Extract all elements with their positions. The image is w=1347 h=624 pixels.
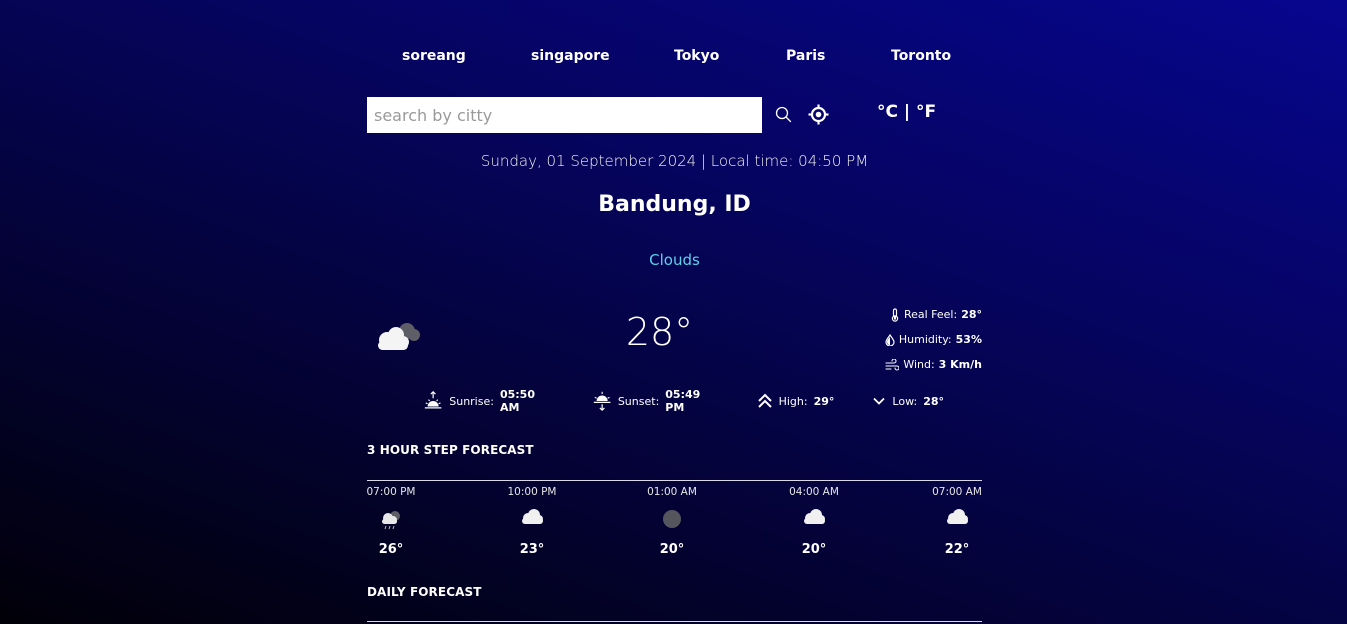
daily-forecast-title: DAILY FORECAST: [367, 585, 482, 599]
sun-and-range-row: Sunrise: 05:50 AM Sunset: 05:49 PM High:: [423, 388, 982, 414]
sunset-value: 05:49 PM: [665, 388, 701, 414]
wind-icon: [885, 358, 900, 371]
low-label: Low:: [892, 394, 918, 408]
current-temperature: 28°: [625, 310, 694, 354]
low-value: 28°: [923, 394, 944, 408]
low-item: Low: 28°: [872, 394, 944, 408]
search-icon[interactable]: [775, 106, 792, 127]
search-input[interactable]: [367, 97, 762, 133]
hourly-temp: 20°: [659, 542, 685, 557]
hourly-item: 07:00 PM 26°: [356, 486, 426, 557]
hourly-item: 04:00 AM 20°: [779, 486, 849, 557]
local-datetime: Sunday, 01 September 2024 | Local time: …: [480, 152, 869, 170]
chevron-down-icon: [873, 397, 886, 405]
humidity-label: Humidity:: [898, 333, 952, 346]
daily-divider: [367, 621, 982, 622]
sunrise-icon: [424, 390, 442, 409]
city-button-toronto[interactable]: Toronto: [891, 48, 951, 64]
hourly-temp: 22°: [944, 542, 970, 557]
hourly-temp: 23°: [519, 542, 545, 557]
high-label: High:: [778, 394, 808, 408]
wind-row: Wind: 3 Km/h: [885, 352, 982, 377]
unit-toggle: °C | °F: [877, 102, 936, 122]
city-buttons: soreang singapore Tokyo Paris Toronto: [367, 48, 982, 72]
hourly-time: 01:00 AM: [647, 486, 697, 498]
hourly-forecast-title: 3 HOUR STEP FORECAST: [367, 443, 534, 457]
cloud-icon: [497, 508, 567, 530]
cloud-icon: [779, 508, 849, 530]
humidity-row: Humidity: 53%: [885, 327, 982, 352]
fahrenheit-button[interactable]: °F: [916, 102, 936, 122]
hourly-time: 07:00 PM: [366, 486, 416, 498]
hourly-temp: 26°: [378, 542, 404, 557]
hourly-item: 07:00 AM 22°: [922, 486, 992, 557]
thermometer-icon: [891, 307, 899, 322]
wind-label: Wind:: [903, 358, 935, 371]
hourly-time: 07:00 AM: [932, 486, 982, 498]
hourly-time: 04:00 AM: [789, 486, 839, 498]
unit-separator: |: [903, 102, 911, 122]
hourly-time: 10:00 PM: [507, 486, 557, 498]
sunset-label: Sunset:: [617, 394, 660, 408]
hourly-item: 01:00 AM 20°: [637, 486, 707, 557]
rain-cloud-icon: [356, 508, 426, 530]
cloud-icon: [922, 508, 992, 530]
sunrise-item: Sunrise: 05:50 AM: [423, 388, 554, 414]
double-chevron-up-icon: [757, 393, 772, 408]
sunset-icon: [593, 391, 610, 412]
wind-value: 3 Km/h: [938, 358, 982, 371]
droplet-icon: [885, 333, 895, 346]
celsius-button[interactable]: °C: [877, 102, 898, 122]
hourly-divider: [367, 480, 982, 481]
city-button-paris[interactable]: Paris: [786, 48, 825, 64]
hourly-item: 10:00 PM 23°: [497, 486, 567, 557]
hourly-forecast: 07:00 PM 26° 10:00 PM 23° 01:00 AM 20° 0…: [367, 486, 982, 566]
sunset-item: Sunset: 05:49 PM: [592, 388, 719, 414]
humidity-value: 53%: [955, 333, 982, 346]
weather-condition: Clouds: [649, 251, 700, 269]
hourly-temp: 20°: [801, 542, 827, 557]
high-value: 29°: [813, 394, 835, 408]
city-button-soreang[interactable]: soreang: [402, 48, 466, 64]
real-feel-row: Real Feel: 28°: [885, 302, 982, 327]
sunrise-label: Sunrise:: [449, 394, 494, 408]
city-button-singapore[interactable]: singapore: [531, 48, 610, 64]
high-item: High: 29°: [757, 393, 835, 409]
moon-icon: [637, 508, 707, 530]
real-feel-value: 28°: [961, 308, 982, 321]
real-feel-label: Real Feel:: [903, 308, 958, 321]
weather-details: Real Feel: 28° Humidity: 53% Wind: 3 Km/…: [885, 302, 982, 377]
location-crosshair-icon[interactable]: [808, 104, 829, 129]
city-title: Bandung, ID: [598, 192, 751, 217]
sunrise-value: 05:50 AM: [499, 388, 535, 414]
city-button-tokyo[interactable]: Tokyo: [674, 48, 719, 64]
